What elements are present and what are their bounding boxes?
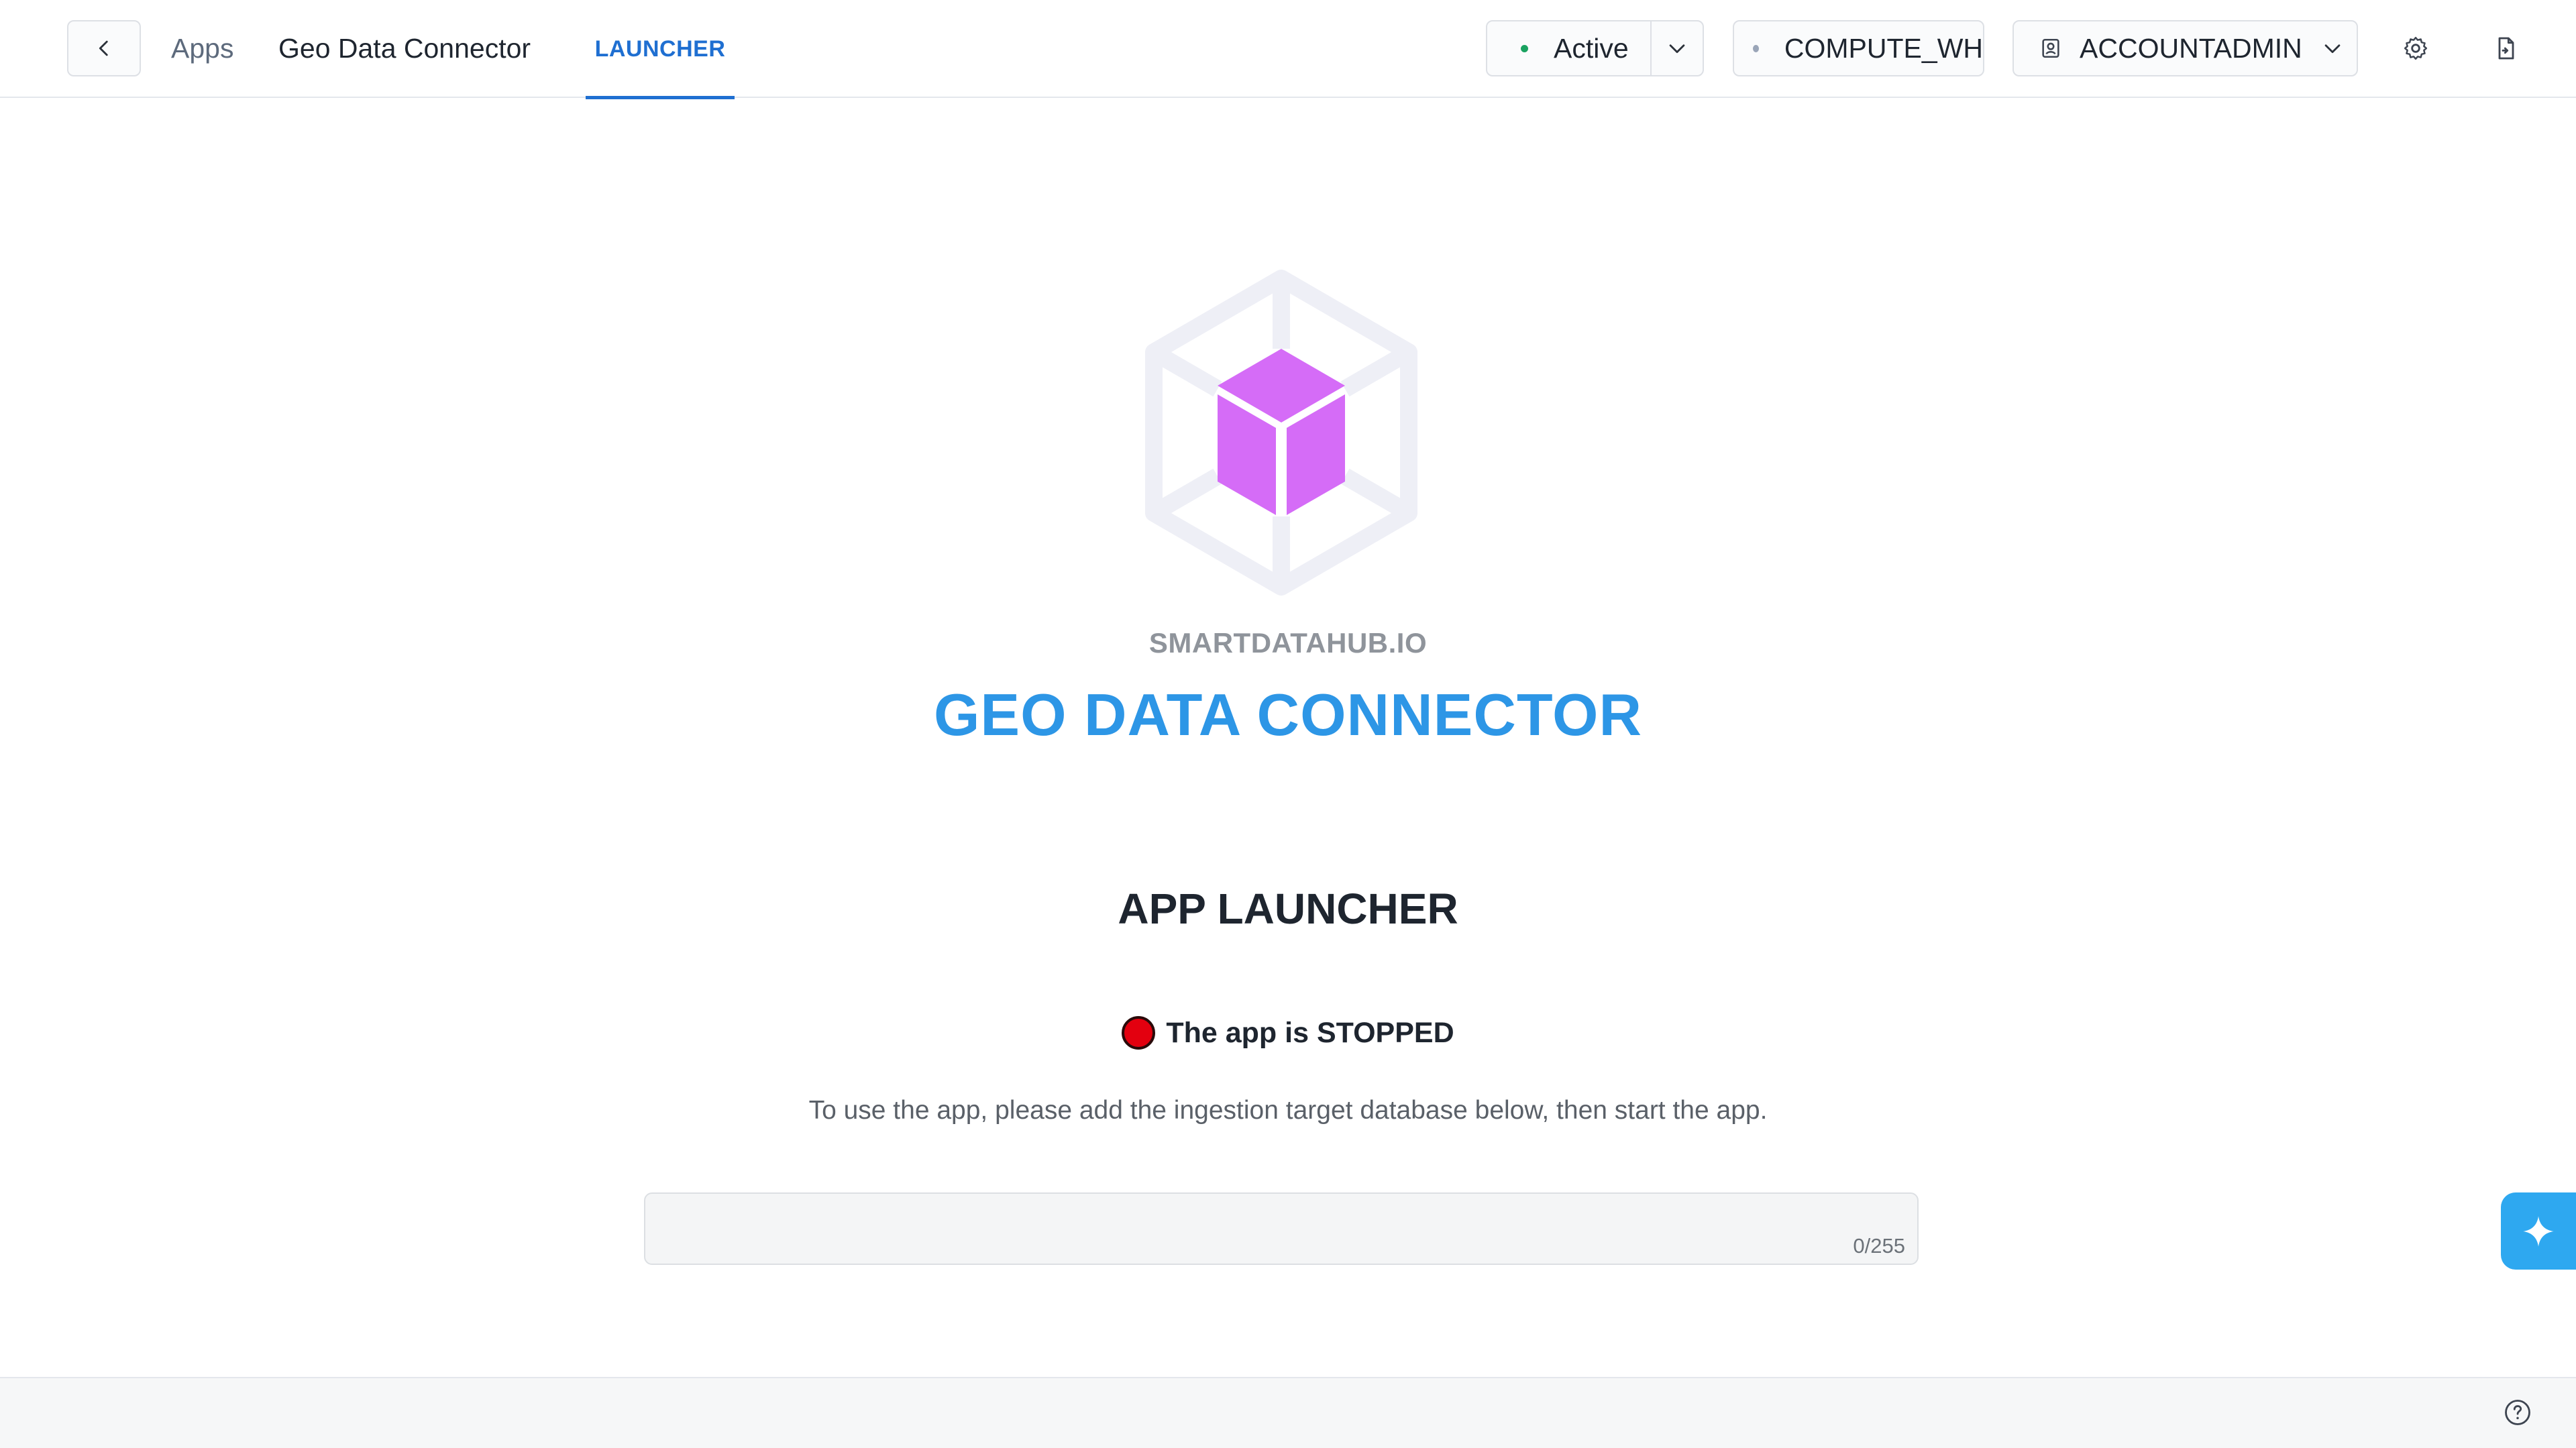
tab-launcher-label: LAUNCHER xyxy=(594,36,726,62)
warehouse-label: COMPUTE_WH xyxy=(1784,32,1983,64)
app-status-text: The app is STOPPED xyxy=(1166,1016,1454,1049)
vendor-name: SMARTDATAHUB.IO xyxy=(1148,627,1428,659)
top-bar: Apps Geo Data Connector LAUNCHER Active … xyxy=(0,0,2576,99)
export-button[interactable] xyxy=(2485,27,2528,70)
chevron-down-icon xyxy=(2324,44,2341,54)
sparkle-icon xyxy=(2523,1215,2554,1247)
warehouse-selector[interactable]: COMPUTE_WH xyxy=(1733,20,1984,76)
app-status-dropdown[interactable] xyxy=(1652,21,1703,75)
chevron-down-icon xyxy=(1669,44,1685,54)
footer-bar xyxy=(0,1377,2576,1448)
database-input-container: 0/255 xyxy=(644,1192,1919,1265)
document-export-icon xyxy=(2498,37,2514,60)
app-status-label: Active xyxy=(1554,32,1629,64)
back-button[interactable] xyxy=(67,20,141,76)
help-icon xyxy=(2505,1400,2530,1425)
cube-logo xyxy=(1145,270,1417,596)
app-title: GEO DATA CONNECTOR xyxy=(933,681,1643,748)
section-heading: APP LAUNCHER xyxy=(1118,885,1458,933)
role-selector[interactable]: ACCOUNTADMIN xyxy=(2012,20,2358,76)
app-status-line: The app is STOPPED xyxy=(0,1016,2576,1050)
app-status-button[interactable]: Active xyxy=(1487,21,1652,75)
help-button[interactable] xyxy=(2501,1396,2534,1429)
instructions-text: To use the app, please add the ingestion… xyxy=(808,1096,1768,1125)
cube-shape xyxy=(1218,349,1345,515)
warehouse-dot xyxy=(1753,44,1759,52)
settings-button[interactable] xyxy=(2394,27,2437,70)
user-badge-icon xyxy=(2042,38,2059,58)
app-status-selector: Active xyxy=(1486,20,1704,76)
breadcrumb-app-name: Geo Data Connector xyxy=(278,33,531,64)
database-input[interactable] xyxy=(645,1194,1917,1264)
stopped-status-icon xyxy=(1122,1016,1156,1050)
assistant-button[interactable] xyxy=(2501,1192,2576,1270)
breadcrumb-apps[interactable]: Apps xyxy=(171,32,233,64)
character-counter: 0/255 xyxy=(1853,1234,1905,1258)
hexagon-frame xyxy=(1145,270,1417,596)
status-dot xyxy=(1521,44,1528,52)
role-caret xyxy=(2321,37,2344,60)
gear-icon xyxy=(2404,36,2428,60)
chevron-left-icon xyxy=(99,40,108,56)
role-label: ACCOUNTADMIN xyxy=(2080,32,2302,64)
tab-launcher[interactable]: LAUNCHER xyxy=(586,0,735,99)
